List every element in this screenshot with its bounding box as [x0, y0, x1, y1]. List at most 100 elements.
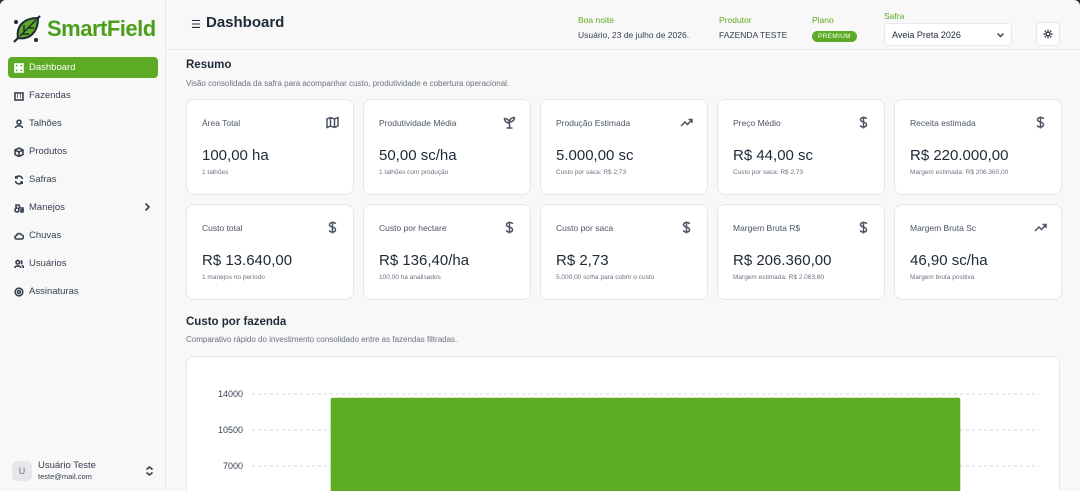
card-label: Receita estimada	[910, 118, 976, 128]
dollar-icon	[859, 221, 868, 234]
producer-block: Produtor FAZENDA TESTE	[719, 15, 787, 40]
sidebar-nav: Dashboard Fazendas Talhões Produtos Safr…	[0, 57, 165, 302]
plan-badge: PREMIUM	[812, 31, 857, 42]
sidebar-item-assinaturas[interactable]: Assinaturas	[8, 281, 158, 302]
season-select-value: Aveia Preta 2026	[892, 30, 961, 40]
main-content: ☰ Dashboard Boa noite Usuário, 23 de jul…	[166, 0, 1080, 491]
card-note: Margem bruta positiva	[910, 274, 975, 281]
card-preco-medio: Preço Médio R$ 44,00 sc Custo por saca: …	[717, 99, 885, 195]
card-note: Margem estimada: R$ 2.063,60	[733, 274, 825, 281]
producer-label: Produtor	[719, 15, 752, 25]
user-name: Usuário Teste	[38, 460, 96, 471]
sidebar-item-label: Chuvas	[29, 230, 62, 241]
summary-title: Resumo	[186, 59, 232, 71]
card-margem-bruta-rs: Margem Bruta R$ R$ 206.360,00 Margem est…	[717, 204, 885, 300]
dollar-icon	[682, 221, 691, 234]
tractor-icon	[14, 203, 24, 213]
y-tick-label: 7000	[223, 461, 243, 471]
card-producao-estimada: Produção Estimada 5.000,00 sc Custo por …	[540, 99, 708, 195]
card-value: R$ 220.000,00	[910, 147, 1009, 164]
card-label: Custo por saca	[556, 223, 614, 233]
sidebar-item-usuarios[interactable]: Usuários	[8, 253, 158, 274]
greeting-label: Boa noite	[578, 15, 614, 25]
chevron-up-down-icon	[145, 466, 154, 476]
card-value: R$ 13.640,00	[202, 252, 293, 269]
card-note: Margem estimada: R$ 206.360,00	[910, 169, 1009, 176]
card-label: Margem Bruta Sc	[910, 223, 977, 233]
user-menu[interactable]: U Usuário Teste teste@mail.com	[12, 459, 156, 483]
sidebar-item-talhoes[interactable]: Talhões	[8, 113, 158, 134]
sprout-icon	[503, 116, 516, 129]
sidebar-item-label: Talhões	[29, 118, 62, 129]
card-value: 5.000,00 sc	[556, 147, 634, 164]
card-value: R$ 206.360,00	[733, 252, 832, 269]
sidebar-item-label: Assinaturas	[29, 286, 79, 297]
card-note: 1 talhões	[202, 169, 229, 176]
sidebar-item-label: Fazendas	[29, 90, 71, 101]
sidebar-item-produtos[interactable]: Produtos	[8, 141, 158, 162]
summary-subtitle: Visão consolidada da safra para acompanh…	[186, 79, 510, 88]
card-value: 100,00 ha	[202, 147, 269, 164]
card-label: Área Total	[202, 118, 241, 128]
card-note: 100,00 ha analisados	[379, 274, 441, 281]
card-value: 50,00 sc/ha	[379, 147, 457, 164]
card-custo-por-hectare: Custo por hectare R$ 136,40/ha 100,00 ha…	[363, 204, 531, 300]
bar-0	[330, 397, 961, 491]
card-label: Custo total	[202, 223, 243, 233]
sidebar: SmartField Dashboard Fazendas Talhões Pr…	[0, 0, 166, 491]
greeting-block: Boa noite Usuário, 23 de julho de 2026.	[578, 15, 689, 40]
card-label: Produtividade Média	[379, 118, 457, 128]
sidebar-item-manejos[interactable]: Manejos	[8, 197, 158, 218]
brand-logo[interactable]: SmartField	[0, 0, 165, 50]
refresh-icon	[14, 174, 24, 185]
plan-label: Plano	[812, 15, 834, 25]
trending-up-icon	[1034, 223, 1047, 232]
chevron-down-icon	[997, 32, 1004, 38]
logo-leaf-icon	[13, 15, 41, 43]
chevron-right-icon[interactable]	[142, 202, 152, 212]
users-icon	[14, 118, 24, 128]
theme-toggle-button[interactable]	[1036, 22, 1060, 46]
card-value: R$ 2,73	[556, 252, 609, 269]
trending-up-icon	[680, 118, 693, 127]
card-area-total: Área Total 100,00 ha 1 talhões	[186, 99, 354, 195]
y-tick-label: 14000	[218, 389, 243, 399]
dollar-icon	[328, 221, 337, 234]
card-custo-por-saca: Custo por saca R$ 2,73 5.000,00 sc/ha pa…	[540, 204, 708, 300]
season-select[interactable]: Aveia Preta 2026	[884, 23, 1012, 46]
dollar-icon	[505, 221, 514, 234]
summary-cards: Área Total 100,00 ha 1 talhões Produtivi…	[186, 99, 1062, 300]
avatar: U	[12, 461, 32, 481]
card-note: Custo por saca: R$ 2,73	[733, 169, 804, 176]
card-note: 1 manejos no período	[202, 274, 265, 281]
box-icon	[14, 146, 24, 157]
sidebar-item-label: Dashboard	[29, 62, 76, 73]
building-icon	[14, 91, 24, 101]
card-custo-total: Custo total R$ 13.640,00 1 manejos no pe…	[186, 204, 354, 300]
y-tick-label: 10500	[218, 425, 243, 435]
card-label: Custo por hectare	[379, 223, 447, 233]
season-label: Safra	[884, 11, 905, 21]
producer-value: FAZENDA TESTE	[719, 30, 788, 40]
card-label: Margem Bruta R$	[733, 223, 801, 233]
sidebar-item-dashboard[interactable]: Dashboard	[8, 57, 158, 78]
dashboard-icon	[14, 62, 24, 73]
sidebar-item-chuvas[interactable]: Chuvas	[8, 225, 158, 246]
sidebar-item-safras[interactable]: Safras	[8, 169, 158, 190]
cost-chart-card: 7000 10500 14000	[186, 356, 1060, 491]
cost-section-subtitle: Comparativo rápido do investimento conso…	[186, 335, 458, 344]
topbar: ☰ Dashboard Boa noite Usuário, 23 de jul…	[166, 0, 1080, 50]
cost-section-title: Custo por fazenda	[186, 316, 287, 328]
card-note: Custo por saca: R$ 2,73	[556, 169, 627, 176]
page-title: Dashboard	[206, 14, 285, 31]
card-note: 1 talhões com produção	[379, 169, 449, 176]
sidebar-item-label: Safras	[29, 174, 57, 185]
plan-block: Plano PREMIUM	[812, 15, 857, 43]
card-produtividade-media: Produtividade Média 50,00 sc/ha 1 talhõe…	[363, 99, 531, 195]
menu-icon[interactable]: ☰	[191, 18, 201, 31]
card-receita-estimada: Receita estimada R$ 220.000,00 Margem es…	[894, 99, 1062, 195]
gear-icon	[14, 286, 24, 297]
sidebar-item-fazendas[interactable]: Fazendas	[8, 85, 158, 106]
card-value: R$ 136,40/ha	[379, 252, 470, 269]
cost-by-farm-chart: 7000 10500 14000	[218, 389, 1039, 491]
